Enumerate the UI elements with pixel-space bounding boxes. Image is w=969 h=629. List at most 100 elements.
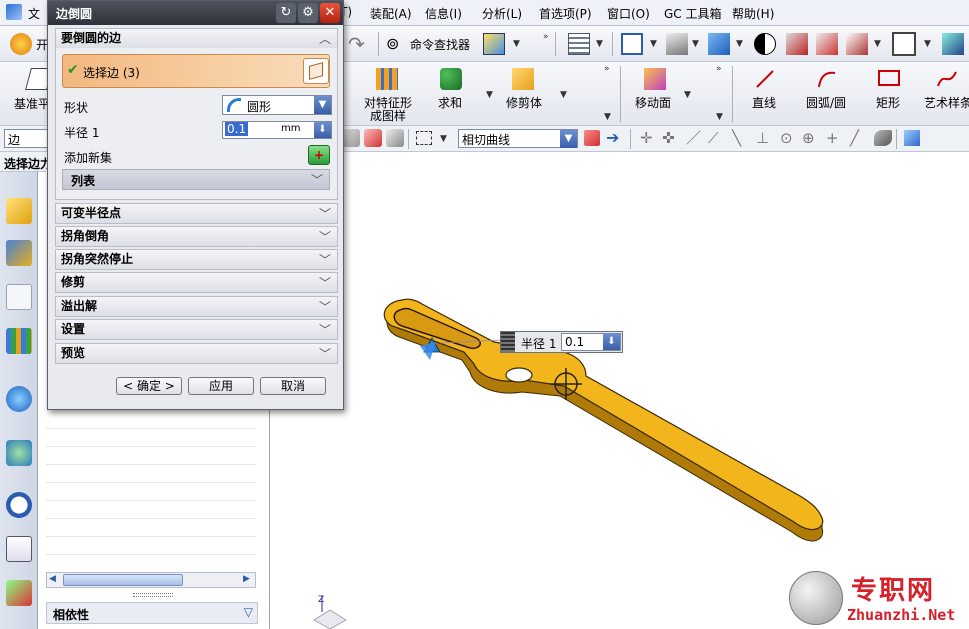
chevron-down-icon[interactable]: ▼ bbox=[716, 112, 723, 122]
section-overflow[interactable]: 溢出解 ﹀ bbox=[55, 296, 338, 317]
edit-section-icon[interactable] bbox=[816, 33, 838, 55]
chevron-down-icon[interactable]: ▼ bbox=[560, 130, 577, 148]
part-navigator-icon[interactable] bbox=[6, 284, 32, 310]
chevron-down-icon[interactable]: ▼ bbox=[314, 96, 331, 114]
chevron-down-icon[interactable]: ▼ bbox=[924, 39, 931, 49]
section-trim[interactable]: 修剪 ﹀ bbox=[55, 272, 338, 293]
redo-icon[interactable]: ↷ bbox=[348, 33, 370, 55]
snap-existing-icon[interactable]: ╱ bbox=[850, 130, 866, 146]
reset-icon[interactable]: ↻ bbox=[276, 3, 296, 23]
chevron-down-icon[interactable]: ▼ bbox=[596, 39, 603, 49]
snap-center-icon[interactable]: ⊙ bbox=[780, 130, 796, 146]
yin-yang-icon[interactable] bbox=[754, 33, 776, 55]
snap-icon[interactable] bbox=[342, 129, 360, 147]
arrow-right-icon[interactable]: ➔ bbox=[606, 129, 624, 147]
shaded-cube-icon[interactable] bbox=[708, 33, 730, 55]
snap-endpoint-icon[interactable]: ✛ bbox=[640, 130, 656, 146]
reuse-library-icon[interactable] bbox=[6, 328, 32, 354]
menu-preferences[interactable]: 首选项(P) bbox=[539, 5, 592, 22]
snap-face-icon[interactable] bbox=[874, 130, 892, 146]
close-icon[interactable]: ✕ bbox=[320, 3, 340, 23]
command-finder-button[interactable]: 命令查找器 bbox=[410, 36, 470, 53]
menu-file[interactable]: 文 bbox=[28, 5, 40, 22]
section-stop-short[interactable]: 拐角突然停止 ﹀ bbox=[55, 249, 338, 270]
scroll-left-icon[interactable]: ◀ bbox=[49, 574, 56, 584]
menu-window[interactable]: 窗口(O) bbox=[607, 5, 650, 22]
pattern-feature-label-2[interactable]: 成图样 bbox=[370, 107, 406, 124]
chevron-down-icon[interactable]: ﹀ bbox=[319, 345, 331, 364]
select-edge-row[interactable]: ✔ 选择边 (3) bbox=[62, 54, 330, 88]
ok-button[interactable]: < 确定 > bbox=[116, 377, 182, 395]
radius-input[interactable]: 0.1 mm ⬇ bbox=[222, 121, 332, 139]
arrow-down-icon[interactable]: ⬇ bbox=[603, 334, 620, 350]
dialog-title-bar[interactable]: 边倒圆 ↻ ⚙ ✕ bbox=[48, 1, 343, 25]
chevron-down-icon[interactable]: ▼ bbox=[684, 90, 691, 100]
trim-body-label[interactable]: 修剪体 bbox=[506, 94, 542, 111]
chevron-down-icon[interactable]: ▼ bbox=[513, 39, 520, 49]
snap-midpoint-icon[interactable]: ✜ bbox=[662, 130, 678, 146]
radius-onscreen-input[interactable]: 半径 1 0.1 ⬇ bbox=[500, 331, 623, 353]
chevron-down-icon[interactable]: ▼ bbox=[560, 90, 567, 100]
line-icon[interactable] bbox=[754, 68, 776, 90]
feature-select-icon[interactable] bbox=[386, 129, 404, 147]
dependency-panel-header[interactable]: 相依性 ▽ bbox=[46, 602, 258, 624]
radius-popup-field[interactable]: 0.1 ⬇ bbox=[561, 333, 621, 351]
chevron-down-icon[interactable]: ﹀ bbox=[319, 228, 331, 247]
box-select-icon[interactable] bbox=[416, 131, 432, 145]
select-icon[interactable] bbox=[364, 129, 382, 147]
more-icon[interactable]: » bbox=[716, 64, 722, 74]
trim-body-icon[interactable] bbox=[512, 68, 534, 90]
binoculars-icon[interactable]: ⊚ bbox=[386, 34, 408, 56]
chevron-down-icon[interactable]: ▼ bbox=[692, 39, 699, 49]
snap-perpendicular-icon[interactable]: ⊥ bbox=[756, 130, 772, 146]
arc-label[interactable]: 圆弧/圆 bbox=[806, 94, 846, 111]
snap-control-icon[interactable]: ⟋ bbox=[708, 130, 724, 146]
section-corner-setback[interactable]: 拐角倒角 ﹀ bbox=[55, 226, 338, 247]
chevron-down-icon[interactable]: ▼ bbox=[440, 134, 447, 144]
arc-icon[interactable] bbox=[816, 68, 838, 90]
apply-button[interactable]: 应用 bbox=[188, 377, 254, 395]
chevron-down-icon[interactable]: ▼ bbox=[874, 39, 881, 49]
list-section-header[interactable]: 列表 ﹀ bbox=[62, 169, 330, 190]
menu-help[interactable]: 帮助(H) bbox=[732, 5, 774, 22]
chevron-down-icon[interactable]: ﹀ bbox=[319, 251, 331, 270]
menu-assembly[interactable]: 装配(A) bbox=[370, 5, 412, 22]
chevron-down-icon[interactable]: ﹀ bbox=[319, 321, 331, 340]
section-cube-icon[interactable] bbox=[786, 33, 808, 55]
chevron-down-icon[interactable]: ▼ bbox=[604, 112, 611, 122]
chevron-down-icon[interactable]: ▼ bbox=[736, 39, 743, 49]
snap-tangent-icon[interactable]: ╲ bbox=[732, 130, 748, 146]
fit-view-icon[interactable] bbox=[621, 33, 643, 55]
view-cube-icon[interactable] bbox=[483, 33, 505, 55]
start-icon[interactable] bbox=[10, 33, 32, 55]
line-label[interactable]: 直线 bbox=[752, 94, 776, 111]
edges-group-header[interactable]: 要倒圆的边 ︿ bbox=[55, 28, 338, 49]
process-studio-icon[interactable] bbox=[6, 580, 32, 606]
part-model[interactable]: Z bbox=[270, 152, 969, 629]
menu-analysis[interactable]: 分析(L) bbox=[482, 5, 522, 22]
add-new-set-icon[interactable]: + bbox=[308, 145, 330, 165]
section-settings[interactable]: 设置 ﹀ bbox=[55, 319, 338, 340]
snap-line-icon[interactable]: ／ bbox=[686, 130, 702, 146]
shape-dropdown[interactable]: 圆形 ▼ bbox=[222, 95, 332, 115]
layers-icon[interactable] bbox=[568, 33, 590, 55]
curve-rule-dropdown[interactable]: 相切曲线 ▼ bbox=[458, 129, 578, 148]
datum-plane-label[interactable]: 基准平 bbox=[14, 95, 50, 112]
constraint-navigator-icon[interactable] bbox=[6, 240, 32, 266]
drag-handle-icon[interactable] bbox=[501, 332, 515, 352]
scroll-thumb[interactable] bbox=[63, 574, 183, 586]
move-face-icon[interactable] bbox=[644, 68, 666, 90]
assembly-navigator-icon[interactable] bbox=[6, 198, 32, 224]
rectangle-label[interactable]: 矩形 bbox=[876, 94, 900, 111]
chevron-down-icon[interactable]: ﹀ bbox=[319, 274, 331, 293]
more-icon[interactable]: » bbox=[604, 64, 610, 74]
section-preview[interactable]: 预览 ﹀ bbox=[55, 343, 338, 364]
chevron-down-icon[interactable]: ﹀ bbox=[319, 205, 331, 224]
chevron-down-icon[interactable]: ▼ bbox=[486, 90, 493, 100]
snap-point-icon[interactable]: + bbox=[826, 130, 842, 146]
blue-tool-icon[interactable] bbox=[942, 33, 964, 55]
cancel-button[interactable]: 取消 bbox=[260, 377, 326, 395]
unite-icon[interactable] bbox=[440, 68, 462, 90]
move-face-label[interactable]: 移动面 bbox=[635, 94, 671, 111]
more-icon[interactable]: » bbox=[543, 32, 549, 42]
